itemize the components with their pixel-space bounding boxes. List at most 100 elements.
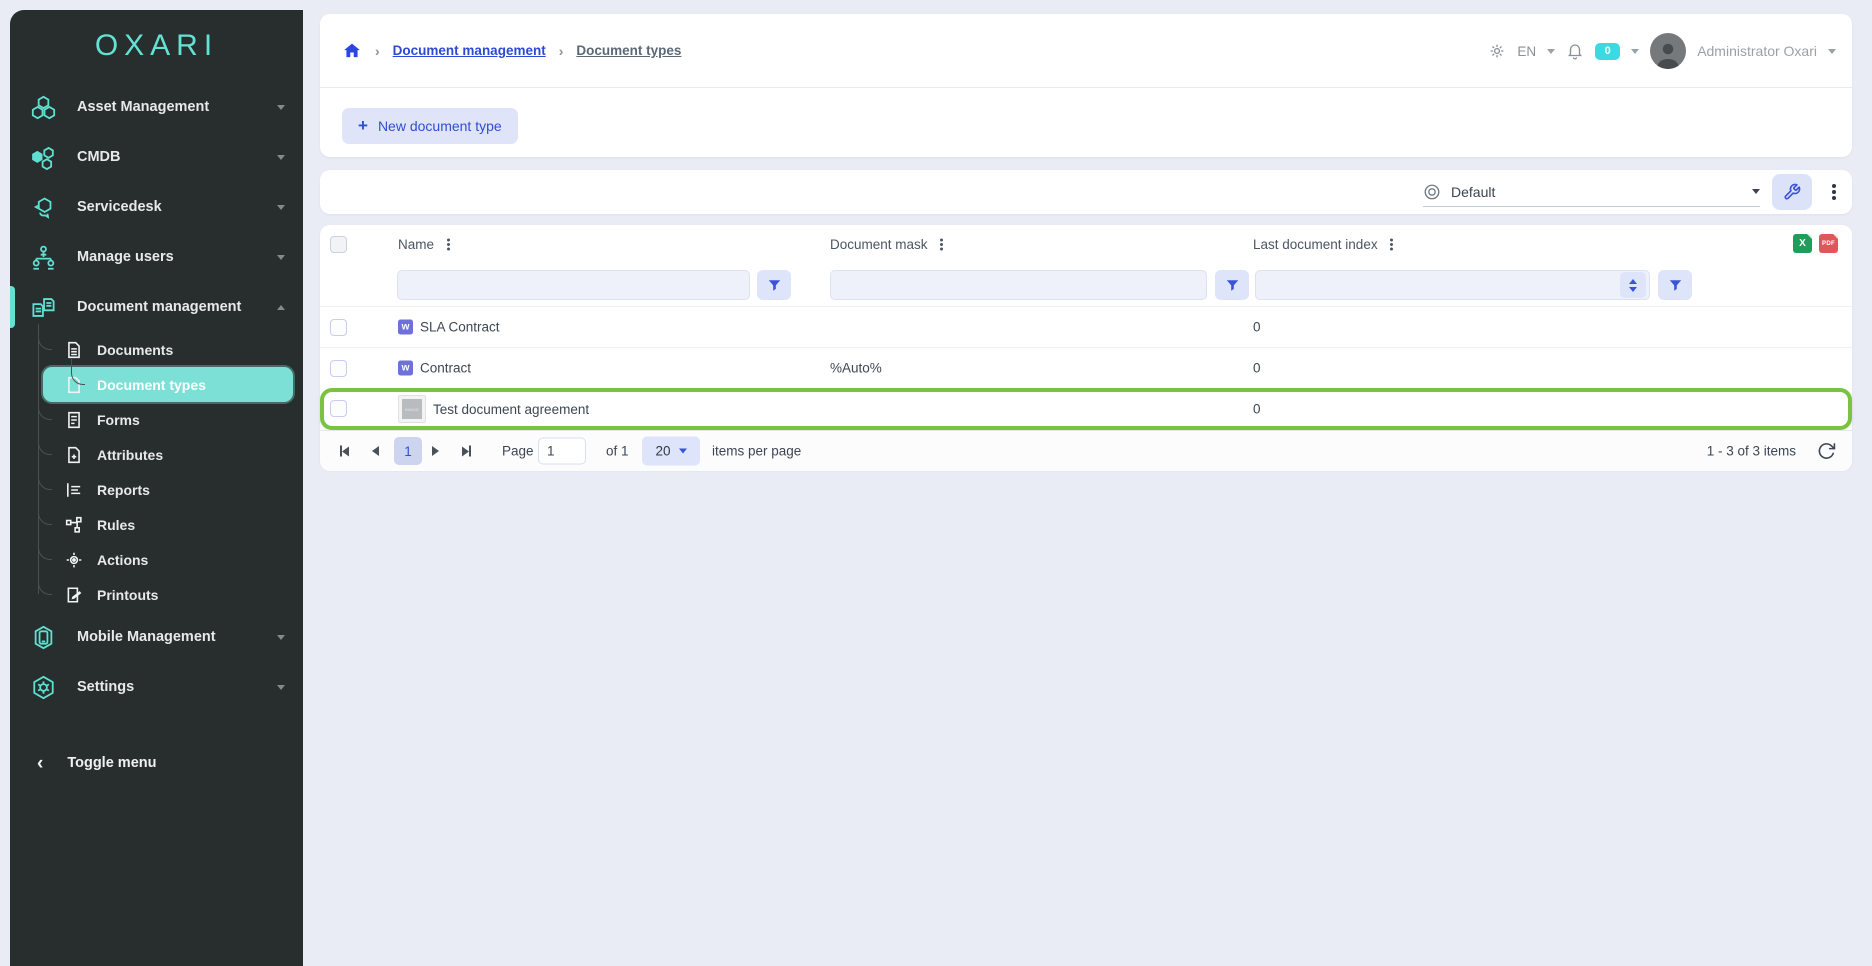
document-types-icon bbox=[65, 376, 83, 394]
sidebar-item-label: Document types bbox=[97, 377, 206, 393]
sidebar-item-mobile-management[interactable]: Mobile Management bbox=[10, 612, 303, 662]
notification-count-badge[interactable]: 0 bbox=[1595, 43, 1620, 60]
table-row[interactable]: w SLA Contract 0 bbox=[320, 306, 1852, 347]
chevron-down-icon bbox=[1752, 189, 1760, 194]
sidebar: OXARI Asset Management CMDB bbox=[10, 10, 303, 966]
select-all-checkbox[interactable] bbox=[330, 236, 347, 253]
word-file-icon: w bbox=[398, 361, 413, 376]
column-header-last-document-index[interactable]: Last document index bbox=[1253, 237, 1397, 253]
sidebar-item-label: Servicedesk bbox=[77, 199, 162, 215]
filter-icon bbox=[768, 279, 781, 292]
breadcrumb-separator-icon: › bbox=[559, 43, 564, 59]
chevron-down-icon[interactable] bbox=[1547, 49, 1555, 54]
sidebar-item-asset-management[interactable]: Asset Management bbox=[10, 82, 303, 132]
numeric-stepper[interactable] bbox=[1620, 272, 1646, 298]
chevron-down-icon bbox=[679, 449, 687, 454]
toggle-menu-button[interactable]: ‹ Toggle menu bbox=[10, 738, 303, 788]
sidebar-item-actions[interactable]: Actions bbox=[10, 542, 303, 577]
sidebar-item-printouts[interactable]: Printouts bbox=[10, 577, 303, 612]
table-row-highlighted[interactable]: IMAGE Test document agreement 0 bbox=[320, 388, 1852, 430]
new-document-type-button[interactable]: + New document type bbox=[342, 108, 518, 144]
oxari-logo: OXARI bbox=[10, 10, 303, 82]
sidebar-item-label: Mobile Management bbox=[77, 629, 216, 645]
document-mask-filter-input[interactable] bbox=[830, 270, 1207, 300]
last-page-button[interactable] bbox=[462, 446, 471, 457]
previous-page-button[interactable] bbox=[372, 446, 379, 456]
step-down-icon[interactable] bbox=[1629, 287, 1637, 292]
printouts-icon bbox=[65, 586, 83, 604]
user-menu[interactable]: Administrator Oxari bbox=[1697, 43, 1817, 59]
chevron-down-icon[interactable] bbox=[1828, 49, 1836, 54]
sidebar-item-attributes[interactable]: Attributes bbox=[10, 437, 303, 472]
sidebar-item-forms[interactable]: Forms bbox=[10, 402, 303, 437]
last-document-index-cell: 0 bbox=[1253, 320, 1261, 335]
column-menu-kebab-icon[interactable] bbox=[937, 237, 947, 253]
chevron-left-icon: ‹ bbox=[37, 754, 43, 773]
row-checkbox[interactable] bbox=[330, 319, 347, 336]
step-up-icon[interactable] bbox=[1629, 279, 1637, 284]
page-size-value: 20 bbox=[655, 444, 670, 459]
gear-icon[interactable] bbox=[1488, 42, 1506, 60]
servicedesk-icon bbox=[30, 194, 57, 221]
column-menu-kebab-icon[interactable] bbox=[1387, 237, 1397, 253]
chevron-down-icon bbox=[277, 105, 285, 110]
language-selector[interactable]: EN bbox=[1517, 44, 1536, 59]
filter-icon bbox=[1226, 279, 1239, 292]
topbar-actions: EN 0 Administrator Oxari bbox=[1488, 14, 1836, 88]
mobile-management-icon bbox=[30, 624, 57, 651]
bell-icon[interactable] bbox=[1566, 42, 1584, 60]
first-page-button[interactable] bbox=[340, 446, 349, 457]
sidebar-item-documents[interactable]: Documents bbox=[10, 332, 303, 367]
sidebar-item-label: CMDB bbox=[77, 149, 121, 165]
grid-settings-button[interactable] bbox=[1772, 174, 1812, 210]
toolbar-kebab-menu[interactable] bbox=[1826, 177, 1842, 207]
row-checkbox[interactable] bbox=[330, 360, 347, 377]
document-mask-cell: %Auto% bbox=[830, 361, 882, 376]
breadcrumb: › Document management › Document types E… bbox=[320, 14, 1852, 88]
sidebar-item-servicedesk[interactable]: Servicedesk bbox=[10, 182, 303, 232]
sidebar-item-label: Rules bbox=[97, 517, 135, 533]
column-header-name[interactable]: Name bbox=[398, 237, 453, 253]
avatar[interactable] bbox=[1650, 33, 1686, 69]
column-menu-kebab-icon[interactable] bbox=[443, 237, 453, 253]
page-number-button[interactable]: 1 bbox=[394, 437, 422, 465]
sidebar-item-document-types[interactable]: Document types bbox=[43, 367, 293, 402]
view-selector-dropdown[interactable]: Default bbox=[1423, 177, 1760, 207]
breadcrumb-separator-icon: › bbox=[375, 43, 380, 59]
document-type-name: Contract bbox=[420, 361, 471, 376]
document-type-name: SLA Contract bbox=[420, 320, 500, 335]
plus-icon: + bbox=[358, 116, 368, 136]
sidebar-item-manage-users[interactable]: Manage users bbox=[10, 232, 303, 282]
app-window: { "sidebar": { "logo": "OXARI", "items":… bbox=[0, 0, 1872, 966]
name-filter-button[interactable] bbox=[757, 270, 791, 300]
page-number-input[interactable] bbox=[538, 438, 586, 465]
grid-toolbar-panel: Default bbox=[320, 170, 1852, 214]
chevron-down-icon bbox=[277, 635, 285, 640]
home-icon[interactable] bbox=[342, 41, 362, 61]
sidebar-item-rules[interactable]: Rules bbox=[10, 507, 303, 542]
sidebar-item-label: Actions bbox=[97, 552, 148, 568]
pdf-export-icon[interactable]: PDF bbox=[1819, 234, 1838, 253]
table-row[interactable]: w Contract %Auto% 0 bbox=[320, 347, 1852, 388]
document-types-table: Name Document mask Last document index X… bbox=[320, 225, 1852, 470]
sidebar-item-cmdb[interactable]: CMDB bbox=[10, 132, 303, 182]
sidebar-item-reports[interactable]: Reports bbox=[10, 472, 303, 507]
table-filter-row bbox=[320, 264, 1852, 306]
sidebar-item-label: Document management bbox=[77, 299, 241, 315]
document-mask-filter-button[interactable] bbox=[1215, 270, 1249, 300]
row-checkbox[interactable] bbox=[330, 400, 347, 417]
column-header-label: Last document index bbox=[1253, 237, 1378, 252]
breadcrumb-link-document-management[interactable]: Document management bbox=[393, 43, 546, 58]
next-page-button[interactable] bbox=[432, 446, 439, 456]
refresh-icon[interactable] bbox=[1817, 442, 1836, 461]
sidebar-item-settings[interactable]: Settings bbox=[10, 662, 303, 712]
excel-export-icon[interactable]: X bbox=[1793, 234, 1812, 253]
last-document-index-filter-input[interactable] bbox=[1255, 270, 1650, 300]
chevron-down-icon[interactable] bbox=[1631, 49, 1639, 54]
breadcrumb-current-document-types[interactable]: Document types bbox=[576, 43, 681, 58]
column-header-document-mask[interactable]: Document mask bbox=[830, 237, 947, 253]
sidebar-item-document-management[interactable]: Document management bbox=[10, 282, 303, 332]
last-document-index-filter-button[interactable] bbox=[1658, 270, 1692, 300]
name-filter-input[interactable] bbox=[397, 270, 750, 300]
page-size-select[interactable]: 20 bbox=[642, 437, 700, 466]
